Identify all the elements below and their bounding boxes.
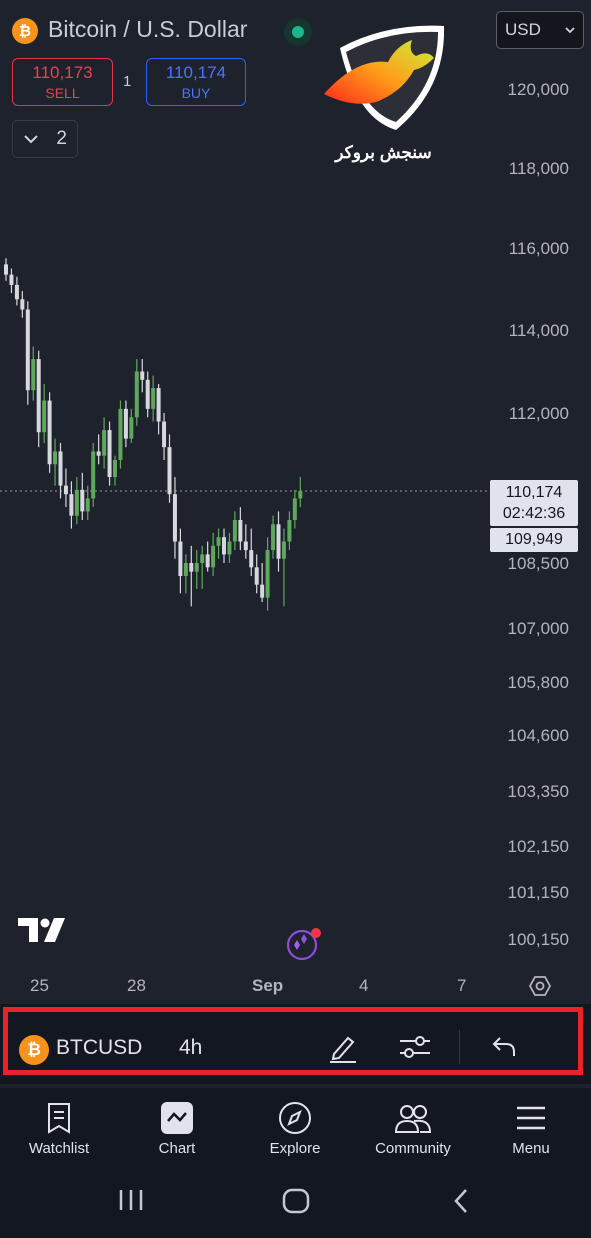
chart-settings-icon[interactable] [528, 974, 552, 1003]
candle [113, 455, 117, 486]
candle [178, 528, 183, 594]
candle [167, 434, 172, 503]
candle [129, 408, 134, 443]
nav-label: Community [375, 1140, 451, 1157]
time-axis-label: 25 [30, 976, 49, 995]
candle [4, 258, 8, 281]
candle [211, 532, 216, 576]
candle [183, 554, 188, 594]
nav-chart[interactable]: Chart [122, 1096, 232, 1157]
bar-countdown: 02:42:36 [502, 505, 566, 522]
candle [80, 472, 85, 520]
candle [151, 375, 156, 422]
time-axis-label: 28 [127, 976, 146, 995]
candle [249, 528, 254, 576]
candle [69, 481, 74, 529]
candle [134, 359, 139, 426]
secondary-price-tag: 109,949 [490, 528, 578, 552]
candle [156, 383, 161, 435]
candle [47, 392, 52, 473]
watchlist-icon [48, 1103, 70, 1134]
nav-explore[interactable]: Explore [240, 1096, 350, 1157]
nav-label: Explore [269, 1140, 321, 1157]
nav-label: Menu [512, 1140, 550, 1157]
home-icon[interactable] [282, 1188, 310, 1219]
candle [123, 400, 128, 448]
candle [102, 417, 107, 469]
candle [53, 438, 58, 486]
candle [96, 434, 101, 465]
candle [189, 545, 194, 607]
candle [25, 301, 30, 405]
candle [194, 550, 199, 589]
candle [162, 413, 167, 460]
candle [172, 477, 177, 559]
candle [232, 511, 237, 551]
system-navigation-bar [0, 1168, 591, 1238]
candle [227, 532, 232, 563]
time-axis-label: 7 [457, 976, 467, 995]
candle [91, 442, 96, 508]
candle [36, 350, 41, 448]
last-price-tag: 110,174 02:42:36 [490, 480, 578, 526]
candle [58, 442, 63, 499]
recent-apps-icon[interactable] [118, 1188, 144, 1217]
nav-label: Chart [158, 1140, 196, 1157]
chart-icon [161, 1102, 193, 1134]
time-axis-label: Sep [252, 976, 284, 995]
nav-menu[interactable]: Menu [476, 1096, 586, 1157]
candle [107, 421, 112, 486]
back-icon[interactable] [452, 1188, 470, 1219]
candle [265, 537, 270, 611]
tradingview-logo-icon[interactable] [18, 918, 66, 949]
menu-icon [517, 1106, 545, 1130]
candle [20, 291, 25, 318]
last-price: 110,174 [505, 484, 563, 501]
candle [254, 554, 259, 594]
candle [292, 489, 297, 529]
candle [63, 468, 68, 508]
nav-watchlist[interactable]: Watchlist [4, 1096, 114, 1157]
candle [271, 515, 276, 559]
candle [74, 477, 79, 525]
time-axis-label: 4 [359, 976, 369, 995]
candle [9, 268, 14, 294]
candle [205, 541, 210, 572]
candle [140, 359, 145, 393]
candle [287, 511, 292, 551]
candle [42, 383, 47, 443]
community-icon [394, 1105, 432, 1133]
candle [243, 524, 248, 559]
highlight-frame [3, 1007, 583, 1075]
candle [118, 400, 123, 469]
nav-community[interactable]: Community [358, 1096, 468, 1157]
candle [216, 528, 221, 559]
candle [200, 545, 205, 589]
candle [31, 346, 36, 401]
candle [298, 477, 303, 508]
candle [281, 528, 286, 607]
candle [238, 507, 243, 551]
candle [222, 528, 226, 563]
ai-assistant-icon[interactable] [280, 926, 324, 967]
candle [14, 276, 19, 306]
compass-icon [279, 1102, 311, 1134]
nav-label: Watchlist [28, 1140, 90, 1157]
candle [276, 511, 281, 572]
candle [145, 371, 150, 418]
candle [260, 563, 265, 602]
